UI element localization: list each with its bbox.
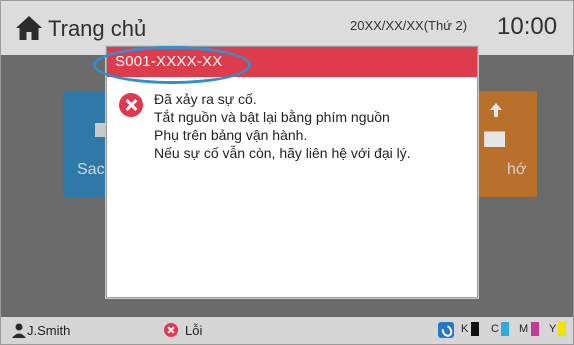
home-icon[interactable] (15, 15, 43, 41)
error-message-line: Đã xảy ra sự cố. (154, 91, 257, 107)
ink-label-c: C (491, 323, 499, 335)
screen: Trang chủ 20XX/XX/XX(Thứ 2) 10:00 Sac hớ… (0, 0, 574, 345)
error-status-label: Lỗi (185, 323, 203, 338)
user-name[interactable]: J.Smith (27, 323, 70, 338)
error-x-icon (119, 93, 143, 117)
upload-arrow-icon (490, 103, 502, 117)
error-message-line: Nếu sự cố vẫn còn, hãy liên hệ với đại l… (154, 145, 411, 161)
copy-tile-label: Sac (77, 161, 105, 178)
ink-label-k: K (461, 323, 469, 335)
ink-label-m: M (519, 323, 529, 335)
error-icon (164, 323, 178, 337)
ink-level-m (531, 322, 539, 336)
error-code-highlight (93, 46, 251, 84)
folder-icon (484, 131, 505, 147)
error-message-line: Phụ trên bảng vận hành. (154, 127, 308, 143)
error-message: Đã xảy ra sự cố. Tắt nguồn và bật lại bằ… (154, 90, 469, 162)
clock-display: 10:00 (497, 13, 558, 40)
user-icon (12, 323, 26, 338)
home-title[interactable]: Trang chủ (48, 16, 146, 42)
ink-label-y: Y (549, 323, 557, 335)
date-display: 20XX/XX/XX(Thứ 2) (350, 18, 468, 33)
status-bar: J.Smith Lỗi K C M Y (1, 317, 573, 344)
ink-status-icon[interactable] (438, 322, 454, 338)
storage-tile-label: hớ (507, 161, 527, 178)
ink-level-c (501, 322, 509, 336)
ink-level-y (558, 322, 566, 336)
error-message-line: Tắt nguồn và bật lại bằng phím nguồn (154, 109, 390, 125)
ink-level-k (471, 322, 479, 336)
